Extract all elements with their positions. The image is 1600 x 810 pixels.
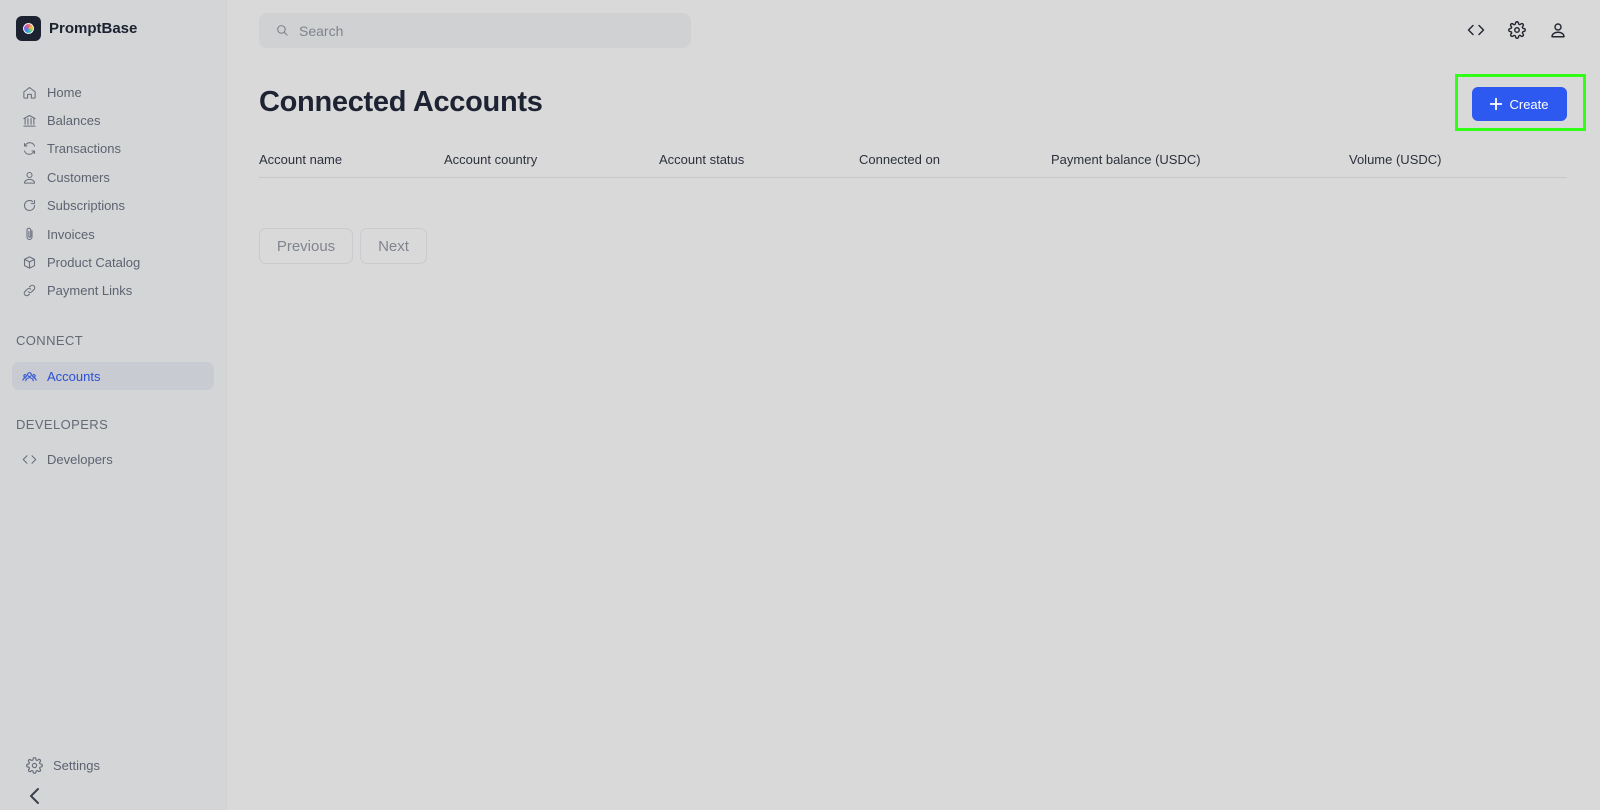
sidebar-item-label: Developers	[47, 451, 113, 467]
brand-logo	[16, 16, 41, 41]
sidebar-item-label: Invoices	[47, 226, 95, 242]
search-icon	[277, 25, 288, 36]
gear-icon	[26, 756, 43, 774]
rotate-icon	[23, 200, 36, 212]
user-icon	[23, 171, 36, 184]
sidebar-item-label: Balances	[47, 113, 101, 129]
next-page-button[interactable]: Next	[360, 228, 427, 264]
sidebar-item-invoices[interactable]: Invoices	[12, 220, 214, 248]
search-input[interactable]	[299, 22, 669, 39]
sidebar-item-developers[interactable]: Developers	[12, 445, 214, 473]
create-button[interactable]: Create	[1472, 87, 1567, 121]
bank-icon	[23, 115, 36, 127]
sidebar-item-label: Payment Links	[47, 283, 133, 299]
search-bar[interactable]	[259, 13, 691, 48]
account-button[interactable]	[1546, 18, 1570, 42]
sidebar-item-label: Transactions	[47, 141, 121, 157]
sidebar-item-subscriptions[interactable]: Subscriptions	[12, 192, 214, 220]
brand[interactable]: PromptBase	[16, 16, 137, 41]
section-label-developers: DEVELOPERS	[16, 417, 109, 432]
header-actions	[1447, 18, 1570, 42]
sidebar-item-accounts[interactable]: Accounts	[12, 362, 214, 390]
column-header-payment-balance[interactable]: Payment balance (USDC)	[1051, 152, 1201, 167]
box-icon	[23, 256, 36, 269]
sidebar-item-payment-links[interactable]: Payment Links	[12, 277, 214, 305]
collapse-sidebar-button[interactable]	[27, 786, 43, 806]
column-header-account-country[interactable]: Account country	[444, 152, 537, 167]
code-icon	[1467, 24, 1485, 36]
sidebar-item-label: Subscriptions	[47, 198, 126, 214]
sidebar: PromptBase Home Balances Transactions Cu…	[0, 0, 227, 810]
section-label-connect: CONNECT	[16, 333, 84, 348]
settings-button[interactable]	[1505, 18, 1529, 42]
chevron-left-icon	[30, 788, 39, 804]
sidebar-item-label: Customers	[47, 169, 110, 185]
brand-name: PromptBase	[49, 20, 138, 37]
paperclip-icon	[26, 227, 33, 240]
column-header-connected-on[interactable]: Connected on	[859, 152, 940, 167]
sidebar-item-transactions[interactable]: Transactions	[12, 135, 214, 163]
column-header-account-status[interactable]: Account status	[659, 152, 744, 167]
sidebar-item-label: Product Catalog	[47, 255, 141, 271]
column-header-account-name[interactable]: Account name	[259, 152, 342, 167]
sidebar-item-label: Accounts	[47, 368, 101, 384]
sidebar-item-customers[interactable]: Customers	[12, 163, 214, 191]
sidebar-nav: Home Balances Transactions Customers Sub…	[12, 78, 214, 305]
developers-button[interactable]	[1464, 18, 1488, 42]
sidebar-item-label: Home	[47, 84, 82, 100]
link-icon	[23, 285, 36, 297]
code-icon	[22, 454, 37, 464]
sidebar-item-label: Settings	[53, 757, 100, 773]
create-button-label: Create	[1509, 96, 1549, 112]
accounts-table-header: Account name Account country Account sta…	[259, 148, 1567, 178]
home-icon	[23, 86, 36, 99]
gear-icon	[1508, 21, 1526, 39]
refresh-icon	[23, 142, 36, 156]
user-icon	[1551, 23, 1565, 38]
sidebar-item-balances[interactable]: Balances	[12, 106, 214, 134]
sidebar-item-settings[interactable]: Settings	[16, 751, 100, 779]
previous-page-button[interactable]: Previous	[259, 228, 353, 264]
sidebar-item-home[interactable]: Home	[12, 78, 214, 106]
page-title: Connected Accounts	[259, 86, 543, 118]
column-header-volume[interactable]: Volume (USDC)	[1349, 152, 1441, 167]
sidebar-item-product-catalog[interactable]: Product Catalog	[12, 248, 214, 276]
plus-icon	[1490, 98, 1503, 110]
users-group-icon	[22, 371, 37, 381]
